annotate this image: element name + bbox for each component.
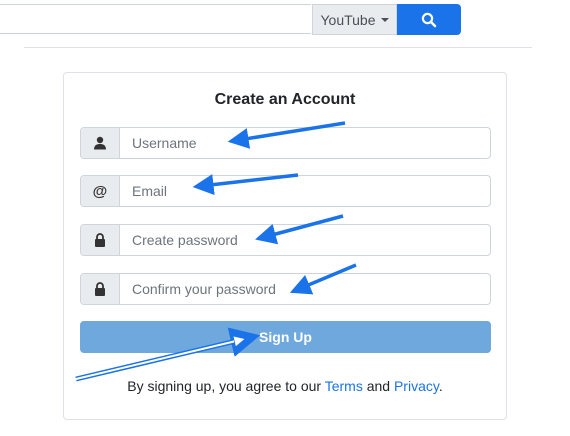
search-input[interactable]: [0, 4, 311, 34]
terms-notice: By signing up, you agree to our Terms an…: [64, 378, 506, 394]
username-field[interactable]: Username: [80, 127, 491, 159]
search-button[interactable]: [397, 4, 461, 35]
header-divider: [24, 47, 532, 48]
email-placeholder: Email: [132, 183, 168, 199]
create-password-field[interactable]: Create password: [80, 224, 491, 256]
terms-middle: and: [362, 378, 394, 394]
sign-up-button[interactable]: Sign Up: [80, 321, 491, 353]
terms-suffix: .: [438, 378, 443, 394]
card-title: Create an Account: [214, 91, 356, 108]
at-icon-glyph: @: [92, 182, 108, 200]
at-icon: @: [81, 176, 120, 206]
username-placeholder: Username: [132, 135, 197, 151]
source-dropdown[interactable]: YouTube: [312, 4, 397, 35]
source-dropdown-label: YouTube: [320, 11, 376, 28]
confirm-password-placeholder: Confirm your password: [132, 281, 276, 297]
search-icon: [421, 12, 437, 27]
caret-down-icon: [380, 18, 389, 22]
terms-link[interactable]: Terms: [325, 378, 363, 394]
lock-icon: [81, 225, 120, 255]
create-password-placeholder: Create password: [132, 232, 238, 248]
privacy-link[interactable]: Privacy: [394, 378, 439, 394]
confirm-password-field[interactable]: Confirm your password: [80, 273, 491, 305]
email-field[interactable]: @ Email: [80, 175, 491, 207]
terms-prefix: By signing up, you agree to our: [127, 378, 325, 394]
lock-icon: [81, 274, 120, 304]
user-icon: [81, 128, 120, 158]
signup-card: Create an Account Username @ Email Creat…: [63, 72, 507, 420]
